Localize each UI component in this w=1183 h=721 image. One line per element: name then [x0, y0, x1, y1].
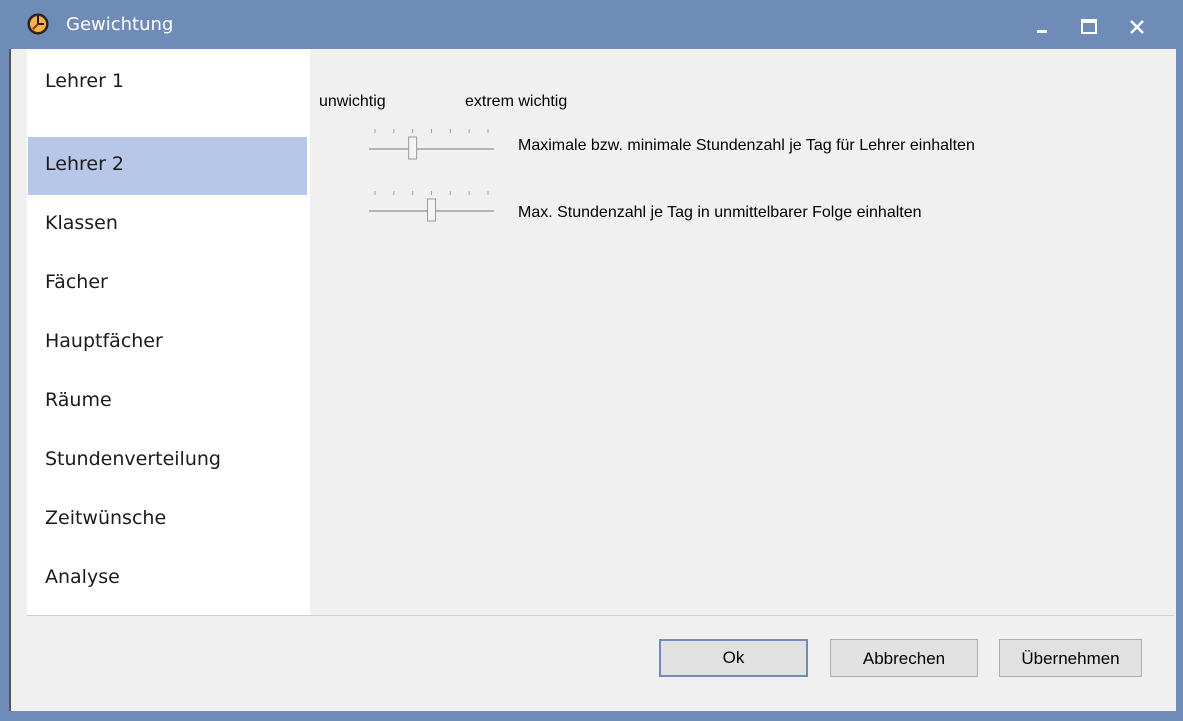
sidebar-item-label: Lehrer 1: [45, 70, 125, 92]
sidebar-item-raeume[interactable]: Räume: [28, 373, 307, 431]
sidebar-item-hauptfaecher[interactable]: Hauptfächer: [28, 314, 307, 372]
sidebar-item-lehrer-1[interactable]: Lehrer 1: [28, 54, 307, 112]
title-bar[interactable]: Gewichtung: [1, 1, 1182, 49]
sidebar-item-label: Fächer: [45, 271, 108, 293]
sidebar-item-label: Lehrer 2: [45, 153, 125, 175]
ok-button[interactable]: Ok: [659, 639, 808, 677]
sidebar-item-klassen[interactable]: Klassen: [28, 196, 307, 254]
sidebar-item-label: Hauptfächer: [45, 330, 163, 352]
minimize-icon[interactable]: [1030, 15, 1054, 39]
clock-icon: [27, 13, 49, 35]
sidebar-item-analyse[interactable]: Analyse: [28, 550, 307, 608]
maximize-icon[interactable]: [1077, 15, 1101, 39]
dialog-window: Gewichtung Lehrer 1 Lehrer 2 Klassen Fäc…: [0, 0, 1183, 721]
sidebar-item-faecher[interactable]: Fächer: [28, 255, 307, 313]
apply-button[interactable]: Übernehmen: [999, 639, 1142, 677]
sidebar-item-lehrer-2[interactable]: Lehrer 2: [28, 137, 307, 195]
cancel-button[interactable]: Abbrechen: [830, 639, 978, 677]
sidebar-item-label: Zeitwünsche: [45, 507, 167, 529]
slider-thumb: [427, 198, 436, 222]
setting-label: Maximale bzw. minimale Stundenzahl je Ta…: [518, 137, 975, 154]
footer-divider: [27, 615, 1174, 616]
close-icon[interactable]: [1125, 15, 1149, 39]
sidebar-item-zeitwuensche[interactable]: Zeitwünsche: [28, 491, 307, 549]
slider-thumb: [408, 136, 418, 160]
weighting-panel: unwichtig extrem wichtig Maximale bzw. m…: [314, 49, 1176, 616]
sidebar-item-stundenverteilung[interactable]: Stundenverteilung: [28, 432, 307, 490]
window-title: Gewichtung: [66, 14, 174, 35]
setting-label: Max. Stundenzahl je Tag in unmittelbarer…: [518, 204, 922, 221]
weight-slider-lehrer-stundenzahl[interactable]: [369, 127, 494, 167]
scale-high-label: extrem wichtig: [465, 93, 568, 110]
category-list: Lehrer 1 Lehrer 2 Klassen Fächer Hauptfä…: [27, 49, 310, 616]
scale-low-label: unwichtig: [319, 93, 386, 110]
dialog-body: Lehrer 1 Lehrer 2 Klassen Fächer Hauptfä…: [9, 49, 1176, 711]
sidebar-item-label: Analyse: [45, 566, 120, 588]
sidebar-item-label: Klassen: [45, 212, 118, 234]
sidebar-item-label: Stundenverteilung: [45, 448, 221, 470]
sidebar-item-label: Räume: [45, 389, 112, 411]
weight-slider-folge-stundenzahl[interactable]: [369, 189, 494, 229]
